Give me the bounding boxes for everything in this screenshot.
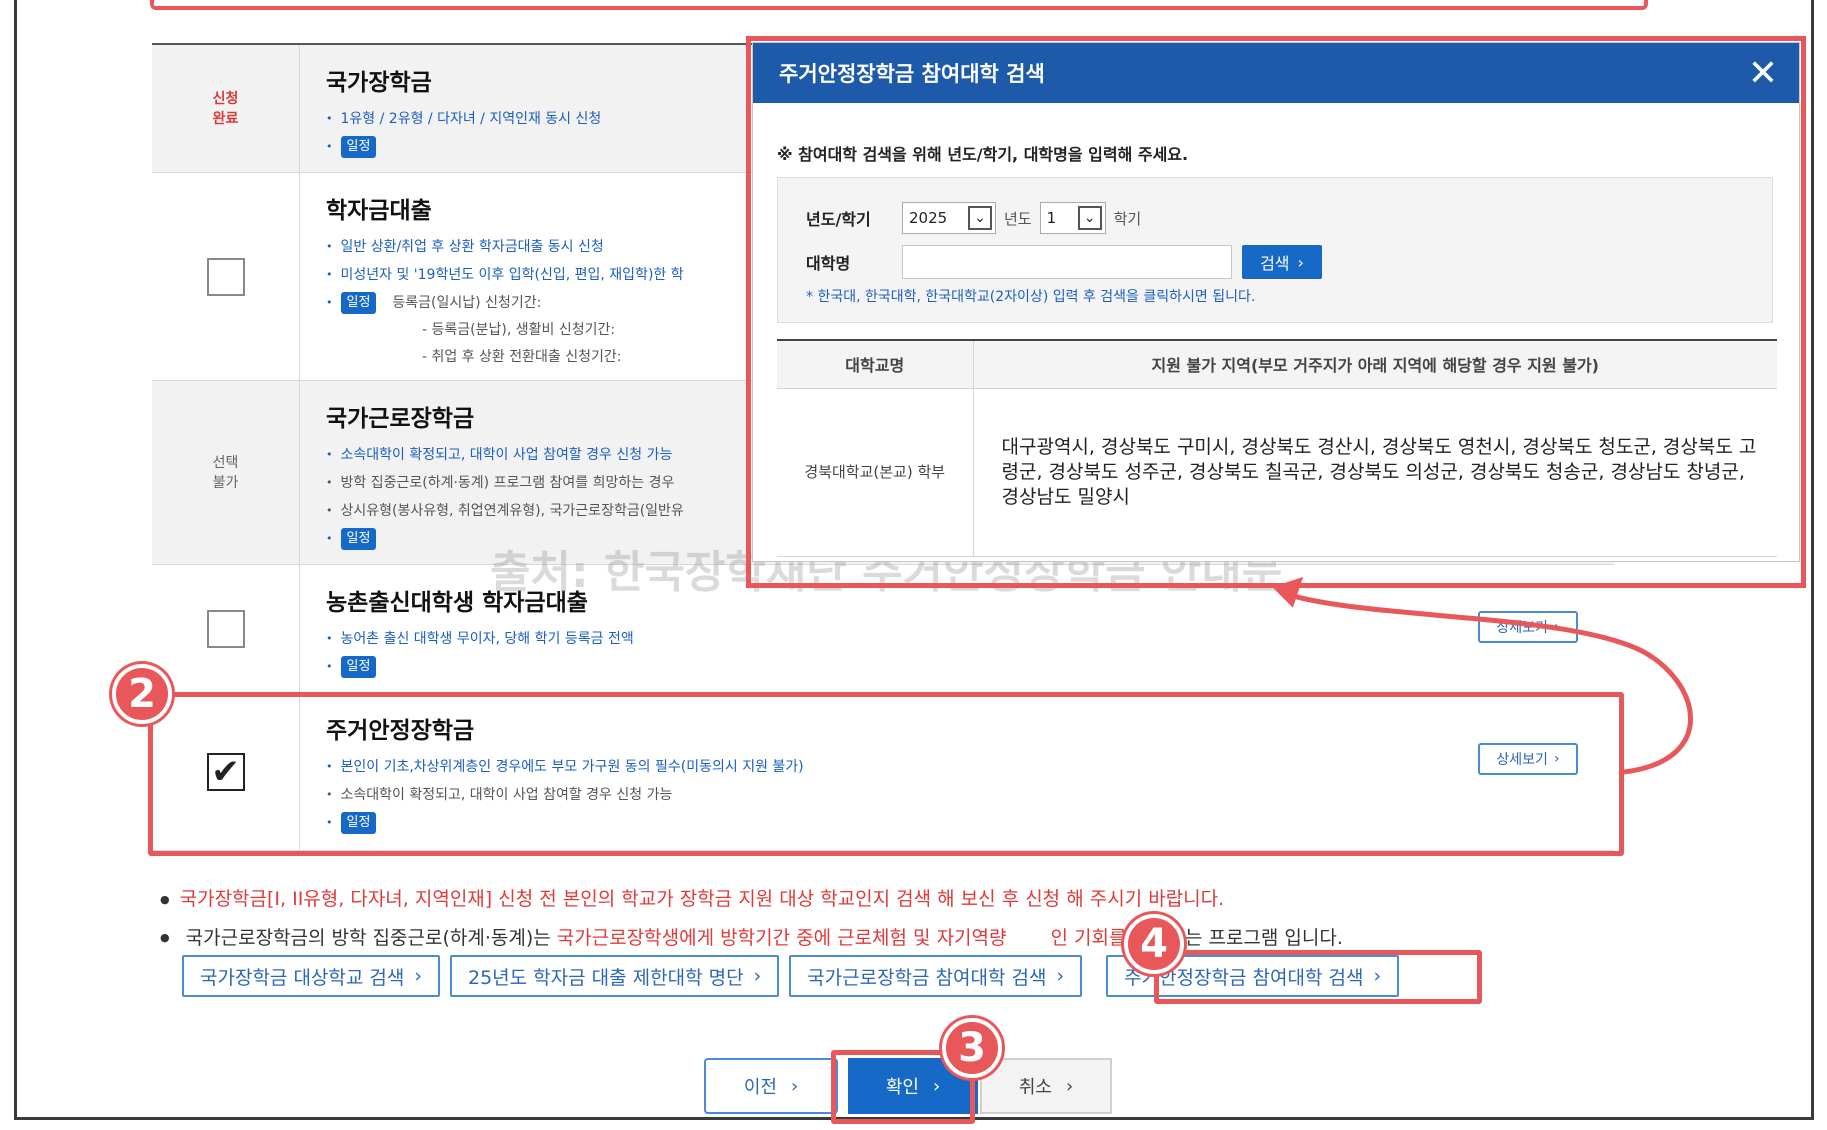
bullet-text: 상시유형(봉사유형, 취업연계유형), 국가근로장학금(일반유	[340, 503, 684, 519]
schedule-button[interactable]: 일정	[340, 656, 377, 678]
row-bullet: 농어촌 출신 대학생 무이자, 당해 학기 등록금 전액	[326, 625, 1614, 653]
row-check-cell	[152, 173, 300, 380]
detail-button[interactable]: 상세보기 ›	[1478, 611, 1578, 643]
schedule-button[interactable]: 일정	[340, 136, 377, 158]
regions-cell: 대구광역시, 경상북도 구미시, 경상북도 경산시, 경상북도 영천시, 경상북…	[973, 388, 1777, 557]
chevron-right-icon: ›	[414, 965, 422, 987]
table-header-row: 대학교명 지원 불가 지역(부모 거주지가 아래 지역에 해당할 경우 지원 불…	[777, 340, 1777, 389]
loan-checkbox[interactable]	[206, 257, 245, 296]
highlight-box-top	[150, 0, 1648, 10]
work-study-univ-search-button[interactable]: 국가근로장학금 참여대학 검색 ›	[789, 955, 1083, 997]
search-button-label: 검색	[1260, 254, 1290, 273]
year-semester-row: 년도/학기 2025 ⌄ 년도 1 ⌄ 학기	[806, 198, 1772, 238]
bullet-text: 농어촌 출신 대학생 무이자, 당해 학기 등록금 전액	[340, 631, 634, 647]
chevron-right-icon: ›	[1056, 965, 1065, 987]
column-header: 대학교명	[777, 340, 974, 389]
note-item: 국가장학금[I, II유형, 다자녀, 지역인재] 신청 전 본인의 학교가 장…	[160, 880, 1760, 919]
chevron-right-icon: ›	[1065, 1075, 1074, 1097]
univ-name-row: 대학명 검색 ›	[806, 242, 1772, 282]
row-schedule: 일정	[326, 653, 1614, 681]
row-check-cell	[152, 565, 300, 692]
button-label: 이전	[743, 1077, 777, 1098]
year-semester-label: 년도/학기	[806, 210, 871, 229]
search-form: 년도/학기 2025 ⌄ 년도 1 ⌄ 학기 대학명 검색 › * 한국대, 한국…	[777, 177, 1773, 323]
note-text: 국가근로장학생에게 방학기간 중에 근로체험 및 자기역량	[556, 926, 1007, 949]
univ-name-input[interactable]	[902, 245, 1232, 279]
bullet-text: 방학 집중근로(하계·동계) 프로그램 참여를 희망하는 경우	[340, 475, 675, 491]
schedule-button[interactable]: 일정	[340, 292, 377, 314]
bullet-text: 소속대학이 확정되고, 대학이 사업 참여할 경우 신청 가능	[340, 447, 673, 463]
note-text: 국가장학금[I, II유형, 다자녀, 지역인재] 신청 전 본인의 학교가 장…	[179, 888, 1225, 910]
note-item: 국가근로장학금의 방학 집중근로(하계·동계)는 국가근로장학생에게 방학기간 …	[160, 919, 1760, 958]
cancel-button[interactable]: 취소 ›	[980, 1058, 1112, 1114]
link-label: 국가장학금 대상학교 검색	[200, 966, 405, 989]
chevron-right-icon: ›	[1553, 619, 1560, 635]
year-select[interactable]: 2025 ⌄	[902, 202, 996, 234]
modal-header: 주거안정장학금 참여대학 검색 ✕	[753, 43, 1799, 103]
schedule-button[interactable]: 일정	[340, 528, 377, 550]
note-text: 하는 프로그램 입니다.	[1167, 926, 1343, 949]
year-unit-label: 년도	[1004, 209, 1032, 228]
bullet-text: 1유형 / 2유형 / 다자녀 / 지역인재 동시 신청	[340, 111, 602, 127]
table-row: 경북대학교(본교) 학부 대구광역시, 경상북도 구미시, 경상북도 경산시, …	[777, 388, 1777, 557]
status-badge: 신청 완료	[212, 90, 239, 127]
chevron-right-icon: ›	[1297, 252, 1304, 272]
semester-unit-label: 학기	[1113, 209, 1142, 228]
step-badge-3: 3	[942, 1018, 1002, 1078]
note-text: 국가근로장학금의 방학 집중근로(하계·동계)는	[185, 926, 557, 949]
step-badge-2: 2	[112, 664, 172, 724]
modal-instruction: ※ 참여대학 검색을 위해 년도/학기, 대학명을 입력해 주세요.	[777, 145, 1189, 164]
search-hint: * 한국대, 한국대학, 한국대학교(2자이상) 입력 후 검색을 클릭하시면 …	[806, 289, 1256, 305]
semester-select[interactable]: 1 ⌄	[1039, 202, 1106, 234]
national-scholarship-school-search-button[interactable]: 국가장학금 대상학교 검색 ›	[182, 955, 440, 997]
univ-name-label: 대학명	[806, 254, 851, 273]
chevron-down-icon: ⌄	[1077, 206, 1102, 230]
chevron-down-icon: ⌄	[968, 206, 992, 230]
prev-button[interactable]: 이전 ›	[704, 1058, 838, 1114]
modal-title: 주거안정장학금 참여대학 검색	[779, 62, 1045, 86]
row-status-cell: 선택 불가	[152, 381, 300, 564]
chevron-right-icon: ›	[790, 1075, 799, 1097]
rural-loan-checkbox[interactable]	[206, 609, 245, 648]
close-icon[interactable]: ✕	[1741, 51, 1785, 95]
row-status-cell: 신청 완료	[152, 45, 300, 172]
modal-body: ※ 참여대학 검색을 위해 년도/학기, 대학명을 입력해 주세요. 년도/학기…	[753, 103, 1799, 557]
link-label: 25년도 학자금 대출 제한대학 명단	[467, 966, 744, 989]
result-table: 대학교명 지원 불가 지역(부모 거주지가 아래 지역에 해당할 경우 지원 불…	[777, 339, 1777, 557]
semester-select-value: 1	[1046, 209, 1057, 227]
highlight-box-step-4	[1154, 950, 1482, 1004]
detail-button-label: 상세보기	[1496, 620, 1548, 636]
button-label: 취소	[1018, 1077, 1052, 1098]
loan-restricted-list-button[interactable]: 25년도 학자금 대출 제한대학 명단 ›	[449, 955, 780, 997]
schedule-line: 등록금(일시납) 신청기간:	[392, 295, 542, 311]
step-badge-4: 4	[1124, 914, 1184, 974]
link-label: 국가근로장학금 참여대학 검색	[807, 966, 1047, 989]
status-badge: 선택 불가	[212, 454, 239, 491]
university-cell: 경북대학교(본교) 학부	[777, 388, 974, 557]
highlight-box-step-2	[148, 692, 1624, 856]
bullet-text: 일반 상환/취업 후 상환 학자금대출 동시 신청	[340, 239, 604, 255]
year-select-value: 2025	[909, 209, 948, 227]
univ-search-modal: 주거안정장학금 참여대학 검색 ✕ ※ 참여대학 검색을 위해 년도/학기, 대…	[752, 42, 1800, 562]
column-header: 지원 불가 지역(부모 거주지가 아래 지역에 해당할 경우 지원 불가)	[973, 340, 1777, 389]
bullet-text: 미성년자 및 '19학년도 이후 입학(신입, 편입, 재입학)한 학	[340, 267, 684, 283]
chevron-right-icon: ›	[753, 965, 762, 987]
search-button[interactable]: 검색 ›	[1242, 245, 1322, 279]
notes: 국가장학금[I, II유형, 다자녀, 지역인재] 신청 전 본인의 학교가 장…	[160, 880, 1760, 957]
